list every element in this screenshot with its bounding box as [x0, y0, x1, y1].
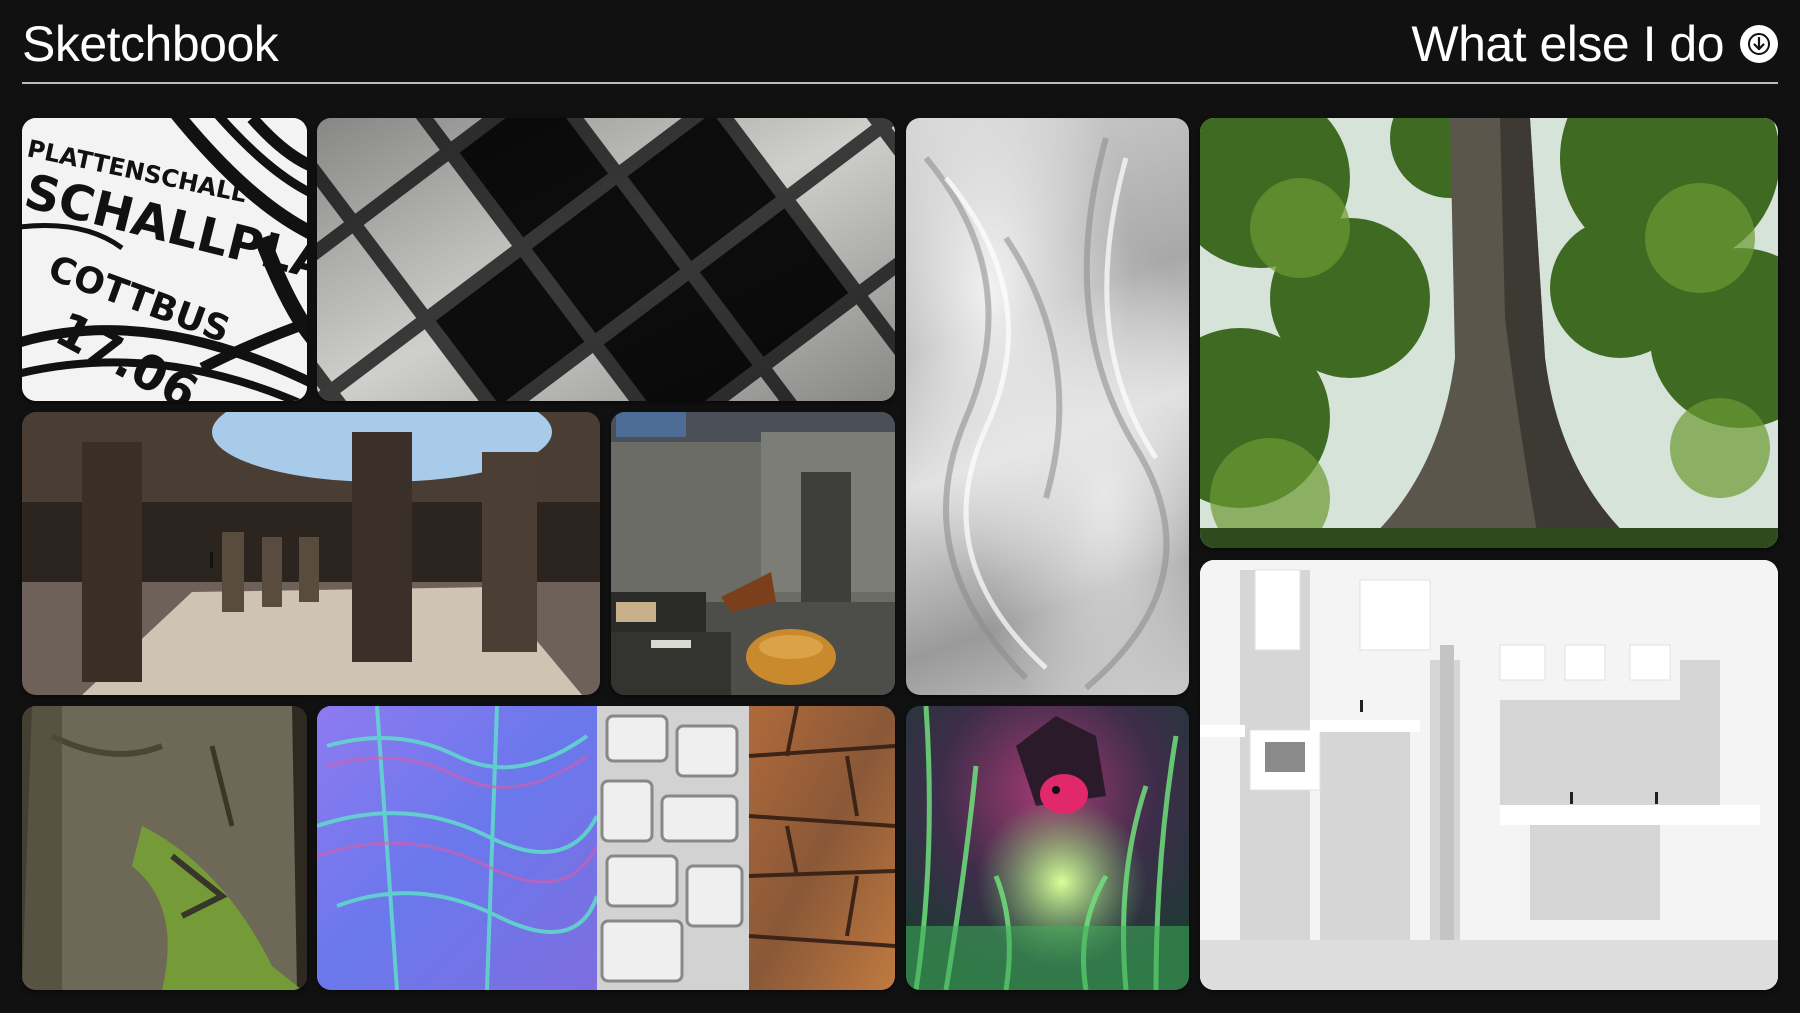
gallery-tile-texture-maps[interactable]: [317, 706, 895, 990]
gallery-tile-mossy-stone[interactable]: [22, 706, 307, 990]
arrow-down-circle-icon: [1740, 25, 1778, 63]
what-else-i-do-link[interactable]: What else I do: [1411, 14, 1778, 74]
gallery-tile-concrete-grid[interactable]: [317, 118, 895, 401]
gallery-tile-loft-interior[interactable]: [611, 412, 895, 695]
site-title[interactable]: Sketchbook: [22, 14, 279, 74]
site-header: Sketchbook What else I do: [22, 0, 1778, 84]
gallery-tile-poster[interactable]: PLATTENSCHALL SCHALLPLATT COTTBUS 17.06: [22, 118, 307, 401]
gallery-tile-tree[interactable]: [1200, 118, 1778, 548]
gallery-tile-section-drawing[interactable]: [1200, 560, 1778, 990]
gallery-tile-courtyard[interactable]: [22, 412, 600, 695]
gallery-tile-plastic-wrap[interactable]: [906, 118, 1189, 695]
gallery-tile-creature-illustration[interactable]: [906, 706, 1189, 990]
nav-link-label: What else I do: [1411, 16, 1724, 72]
